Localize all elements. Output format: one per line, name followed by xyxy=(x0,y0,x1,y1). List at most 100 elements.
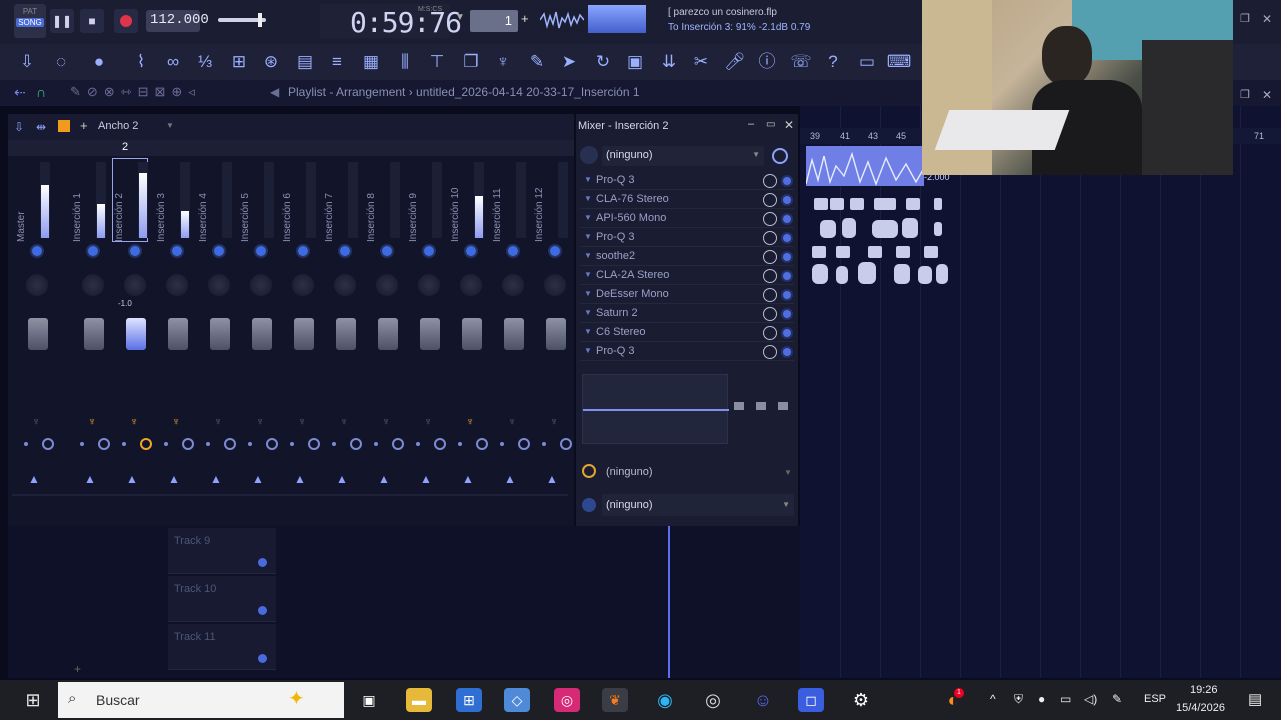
width-label[interactable]: Ancho 2 xyxy=(98,120,138,132)
volume-fader[interactable] xyxy=(252,318,272,350)
magnet-icon[interactable]: ∩ xyxy=(36,84,46,100)
online-help-icon[interactable]: ☏ xyxy=(788,50,814,74)
mix-knob-icon[interactable] xyxy=(763,307,777,321)
send-arrow-icon[interactable]: ▲ xyxy=(252,472,264,486)
mix-knob-icon[interactable] xyxy=(763,231,777,245)
save-icon[interactable]: ▣ xyxy=(622,50,648,74)
volume-fader[interactable] xyxy=(84,318,104,350)
clock-icon[interactable] xyxy=(772,148,788,164)
render-icon[interactable]: ⇊ xyxy=(656,50,682,74)
volume-fader[interactable] xyxy=(210,318,230,350)
link-dot-icon[interactable] xyxy=(458,442,462,446)
pan-knob[interactable] xyxy=(250,274,272,296)
send-arrow-icon[interactable]: ▲ xyxy=(28,472,40,486)
metronome-knob-icon[interactable]: ◌ xyxy=(48,50,74,74)
send-arrow-icon[interactable]: ▲ xyxy=(378,472,390,486)
chevron-down-icon[interactable]: ▼ xyxy=(784,468,792,477)
add-icon[interactable]: + xyxy=(80,118,88,133)
pan-knob[interactable] xyxy=(460,274,482,296)
speaker-icon[interactable]: ◀ xyxy=(270,85,279,99)
pan-knob[interactable] xyxy=(26,274,48,296)
clock-icon[interactable] xyxy=(560,438,572,450)
clock-icon[interactable] xyxy=(182,438,194,450)
mix-knob-icon[interactable] xyxy=(763,269,777,283)
mute-led-icon[interactable] xyxy=(466,246,476,256)
loop-record-icon[interactable]: ∞ xyxy=(160,50,186,74)
mixer-strip[interactable]: Inserción 1 ♆ ▲ xyxy=(70,142,110,522)
settings-gear-icon[interactable]: ⚙ xyxy=(848,688,874,712)
track-led-icon[interactable] xyxy=(258,558,267,567)
clock-icon[interactable] xyxy=(224,438,236,450)
record-button[interactable] xyxy=(114,9,138,33)
mix-knob-icon[interactable] xyxy=(763,193,777,207)
link-dot-icon[interactable] xyxy=(80,442,84,446)
effect-slot[interactable]: ▼ CLA-2A Stereo xyxy=(580,267,794,285)
enable-led-icon[interactable] xyxy=(783,234,791,242)
route-icon[interactable]: ♆ xyxy=(86,416,98,430)
pan-knob[interactable] xyxy=(208,274,230,296)
panel-toggle-icon[interactable]: ▭ xyxy=(854,50,880,74)
chevron-up-icon[interactable]: ^ xyxy=(990,692,996,706)
effect-slot[interactable]: ▼ Pro-Q 3 xyxy=(580,172,794,190)
restore-window-icon[interactable]: ❐ xyxy=(1240,12,1250,25)
volume-fader[interactable] xyxy=(168,318,188,350)
piano-roll-icon[interactable]: ≡ xyxy=(324,50,350,74)
shield-icon[interactable]: ⛨ xyxy=(1014,692,1023,707)
route-icon[interactable]: ♆ xyxy=(422,416,434,430)
route-icon[interactable]: ♆ xyxy=(506,416,518,430)
step-edit-icon[interactable]: ⅓ xyxy=(192,50,218,74)
route-icon[interactable]: ♆ xyxy=(338,416,350,430)
send-icon[interactable]: ➤ xyxy=(556,50,582,74)
mute-led-icon[interactable] xyxy=(214,246,224,256)
overdub-icon[interactable]: ⊛ xyxy=(258,50,284,74)
volume-fader[interactable] xyxy=(294,318,314,350)
effect-slot[interactable]: ▼ Saturn 2 xyxy=(580,305,794,323)
mute-led-icon[interactable] xyxy=(256,246,266,256)
mixer-strip[interactable]: Inserción 3 ♆ ▲ xyxy=(154,142,194,522)
mixer-strip[interactable]: Inserción 9 ♆ ▲ xyxy=(406,142,446,522)
enable-led-icon[interactable] xyxy=(783,310,791,318)
link-dot-icon[interactable] xyxy=(416,442,420,446)
link-dot-icon[interactable] xyxy=(374,442,378,446)
volume-icon[interactable]: ◁) xyxy=(1084,692,1097,706)
send-fader[interactable] xyxy=(756,402,766,410)
pan-knob[interactable] xyxy=(334,274,356,296)
clock-icon[interactable] xyxy=(392,438,404,450)
mixer-strip[interactable]: Inserción 6 ♆ ▲ xyxy=(280,142,320,522)
pen-icon[interactable]: ✎ xyxy=(1112,692,1122,706)
output-top[interactable]: (ninguno) xyxy=(606,466,652,478)
enable-led-icon[interactable] xyxy=(783,291,791,299)
instagram-icon[interactable]: ◎ xyxy=(554,688,580,712)
add-track-icon[interactable]: + xyxy=(74,662,81,676)
playlist-area[interactable] xyxy=(800,106,1281,678)
expand-triangle-icon[interactable]: ▼ xyxy=(584,308,592,317)
send-arrow-icon[interactable]: ▲ xyxy=(546,472,558,486)
project-icon[interactable]: ❐ xyxy=(458,50,484,74)
blend-notes-icon[interactable]: ⊞ xyxy=(226,50,252,74)
effect-slot[interactable]: ▼ C6 Stereo xyxy=(580,324,794,342)
link-dot-icon[interactable] xyxy=(122,442,126,446)
effect-slot[interactable]: ▼ API-560 Mono xyxy=(580,210,794,228)
pan-knob[interactable] xyxy=(502,274,524,296)
route-icon[interactable]: ♆ xyxy=(254,416,266,430)
mix-knob-icon[interactable] xyxy=(763,288,777,302)
master-volume-slider[interactable] xyxy=(218,13,266,27)
channel-rack-icon[interactable]: ▦ xyxy=(358,50,384,74)
enable-led-icon[interactable] xyxy=(783,253,791,261)
send-arrow-icon[interactable]: ▲ xyxy=(462,472,474,486)
mute-led-icon[interactable] xyxy=(340,246,350,256)
enable-led-icon[interactable] xyxy=(783,329,791,337)
fl-studio-icon[interactable]: ❦ xyxy=(602,688,628,712)
clock-icon[interactable] xyxy=(98,438,110,450)
mixer-icon[interactable]: ⫼ xyxy=(392,50,418,74)
expand-triangle-icon[interactable]: ▼ xyxy=(584,327,592,336)
eq-display[interactable] xyxy=(582,374,729,444)
link-dot-icon[interactable] xyxy=(500,442,504,446)
send-fader[interactable] xyxy=(734,402,744,410)
refresh-icon[interactable]: ↻ xyxy=(590,50,616,74)
send-arrow-icon[interactable]: ▲ xyxy=(420,472,432,486)
keyboard-icon[interactable]: ⌨ xyxy=(886,50,912,74)
maximize-icon[interactable]: ▭ xyxy=(766,119,775,130)
route-icon[interactable]: ♆ xyxy=(296,416,308,430)
track-led-icon[interactable] xyxy=(258,606,267,615)
